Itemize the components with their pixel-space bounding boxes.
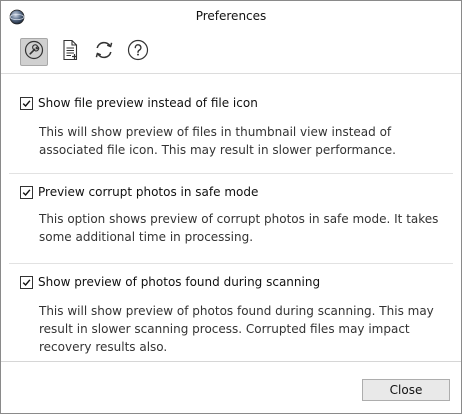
scan-preview-checkbox[interactable] [20, 275, 33, 289]
option-description: This option shows preview of corrupt pho… [39, 212, 439, 244]
help-icon [127, 39, 149, 65]
option-label[interactable]: Show file preview instead of file icon [38, 96, 258, 110]
toolbar-update-button[interactable] [90, 38, 118, 66]
safe-mode-checkbox[interactable] [20, 185, 33, 199]
footer-divider [1, 361, 461, 362]
file-preview-checkbox[interactable] [20, 96, 33, 110]
window-title: Preferences [195, 9, 267, 23]
wrench-icon [24, 40, 44, 64]
toolbar-settings-button[interactable] [20, 38, 48, 66]
option-label[interactable]: Show preview of photos found during scan… [38, 275, 320, 289]
checkmark-icon [22, 99, 31, 107]
divider [9, 263, 453, 264]
option-label[interactable]: Preview corrupt photos in safe mode [38, 185, 258, 199]
close-button[interactable]: Close [362, 379, 450, 401]
option-row: Show file preview instead of file icon [20, 95, 258, 111]
option-row: Show preview of photos found during scan… [20, 274, 320, 290]
refresh-icon [93, 39, 115, 65]
divider [9, 173, 453, 174]
document-icon [60, 39, 80, 65]
option-description: This will show preview of files in thumb… [39, 125, 396, 157]
title-bar: Preferences [1, 1, 461, 33]
toolbar-file-preview-button[interactable] [56, 38, 84, 66]
preferences-window: Preferences Show file preview instead of… [0, 0, 462, 414]
checkmark-icon [22, 278, 31, 286]
option-row: Preview corrupt photos in safe mode [20, 184, 258, 200]
checkmark-icon [22, 188, 31, 196]
toolbar-help-button[interactable] [124, 38, 152, 66]
toolbar [1, 33, 461, 74]
option-description: This will show preview of photos found d… [39, 304, 434, 354]
